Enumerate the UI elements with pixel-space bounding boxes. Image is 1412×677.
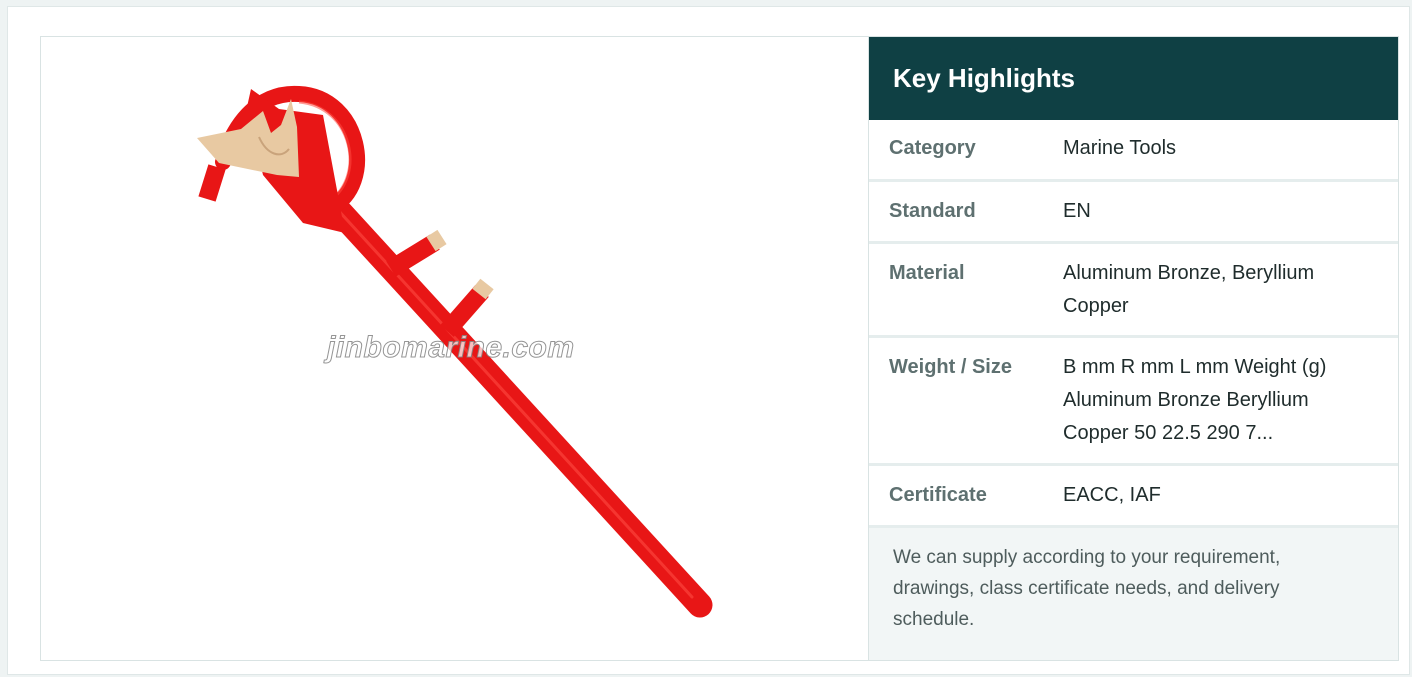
spec-label: Certificate <box>889 484 987 506</box>
spec-value: Marine Tools <box>1063 137 1177 159</box>
spec-label: Standard <box>889 200 976 222</box>
product-card: jinbomarine.com Key Highlights Category … <box>40 36 1399 661</box>
spec-label: Weight / Size <box>889 356 1012 378</box>
watermark: jinbomarine.com <box>327 331 575 365</box>
spec-row-standard: Standard EN <box>869 182 1398 244</box>
product-image-panel: jinbomarine.com <box>41 37 869 660</box>
spec-label: Material <box>889 262 965 284</box>
spec-value: EN <box>1063 200 1091 222</box>
spec-value: Aluminum Bronze, Beryllium Copper <box>1063 262 1315 317</box>
spec-value: EACC, IAF <box>1063 484 1161 506</box>
spec-row-certificate: Certificate EACC, IAF <box>869 466 1398 528</box>
spec-row-material: Material Aluminum Bronze, Beryllium Copp… <box>869 244 1398 338</box>
spec-row-weight-size: Weight / Size B mm R mm L mm Weight (g) … <box>869 338 1398 466</box>
spec-row-category: Category Marine Tools <box>869 120 1398 182</box>
spec-value: B mm R mm L mm Weight (g) Aluminum Bronz… <box>1063 356 1327 444</box>
spec-label: Category <box>889 137 976 159</box>
page-container: jinbomarine.com Key Highlights Category … <box>7 6 1410 675</box>
supply-note: We can supply according to your requirem… <box>869 528 1398 660</box>
key-highlights-panel: Key Highlights Category Marine Tools Sta… <box>869 37 1398 660</box>
panel-title: Key Highlights <box>869 37 1398 120</box>
